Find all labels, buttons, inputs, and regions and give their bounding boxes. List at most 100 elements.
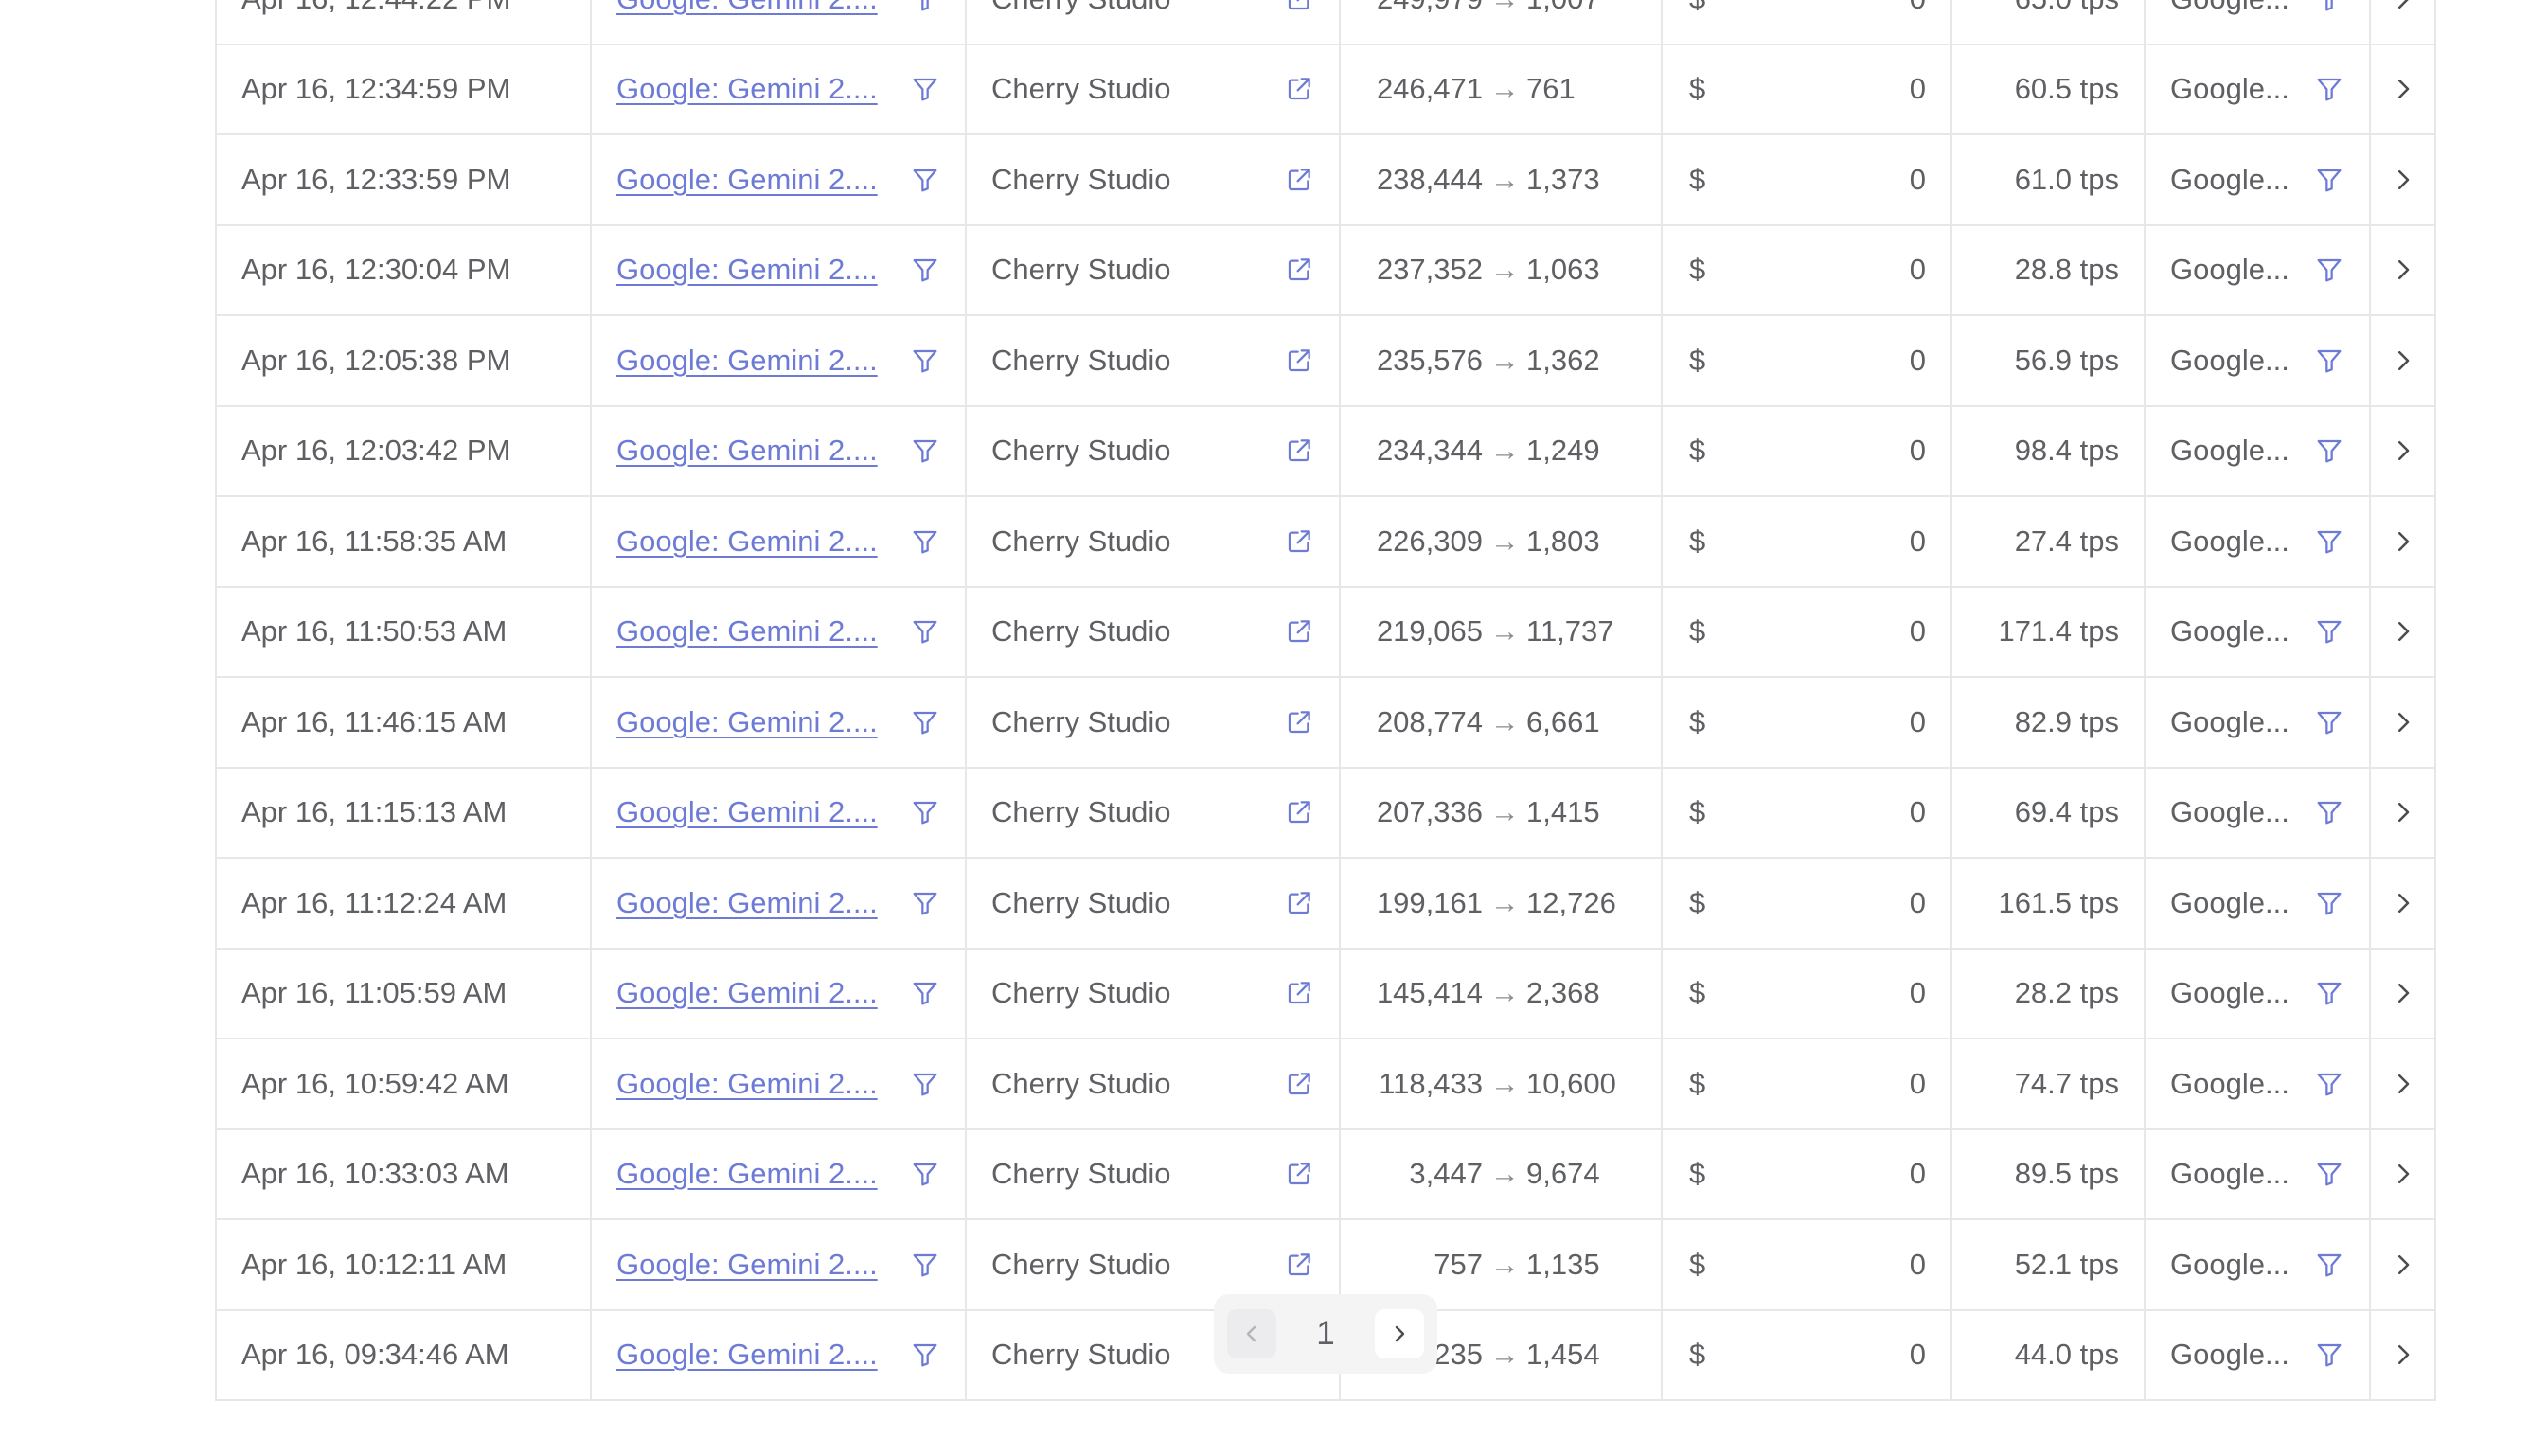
- model-link[interactable]: Google: Gemini 2....: [616, 253, 878, 287]
- chevron-right-icon[interactable]: [2389, 798, 2417, 826]
- model-link[interactable]: Google: Gemini 2....: [616, 344, 878, 378]
- model-link[interactable]: Google: Gemini 2....: [616, 72, 878, 106]
- external-link-icon[interactable]: [1284, 0, 1314, 14]
- expand-cell[interactable]: [2371, 135, 2434, 224]
- table-row[interactable]: Apr 16, 10:33:03 AM Google: Gemini 2.... C…: [217, 1129, 2434, 1220]
- model-link[interactable]: Google: Gemini 2....: [616, 1157, 878, 1191]
- expand-cell[interactable]: [2371, 678, 2434, 767]
- table-row[interactable]: Apr 16, 11:05:59 AM Google: Gemini 2.... C…: [217, 949, 2434, 1039]
- table-row[interactable]: Apr 16, 11:58:35 AM Google: Gemini 2.... C…: [217, 497, 2434, 588]
- table-row[interactable]: Apr 16, 12:05:38 PM Google: Gemini 2.... C…: [217, 316, 2434, 407]
- model-link[interactable]: Google: Gemini 2....: [616, 705, 878, 739]
- expand-cell[interactable]: [2371, 497, 2434, 586]
- table-row[interactable]: Apr 16, 12:03:42 PM Google: Gemini 2.... C…: [217, 406, 2434, 497]
- external-link-icon[interactable]: [1284, 888, 1314, 918]
- table-row[interactable]: Apr 16, 12:30:04 PM Google: Gemini 2.... C…: [217, 225, 2434, 316]
- expand-cell[interactable]: [2371, 588, 2434, 677]
- external-link-icon[interactable]: [1284, 978, 1314, 1008]
- chevron-right-icon[interactable]: [2389, 436, 2417, 465]
- model-link[interactable]: Google: Gemini 2....: [616, 1067, 878, 1101]
- table-row[interactable]: Apr 16, 12:34:59 PM Google: Gemini 2.... C…: [217, 44, 2434, 135]
- filter-icon[interactable]: [910, 888, 940, 918]
- expand-cell[interactable]: [2371, 950, 2434, 1039]
- expand-cell[interactable]: [2371, 316, 2434, 405]
- chevron-right-icon[interactable]: [2389, 166, 2417, 194]
- expand-cell[interactable]: [2371, 769, 2434, 858]
- model-link[interactable]: Google: Gemini 2....: [616, 163, 878, 197]
- filter-icon[interactable]: [2314, 707, 2344, 737]
- model-link[interactable]: Google: Gemini 2....: [616, 795, 878, 829]
- model-link[interactable]: Google: Gemini 2....: [616, 1338, 878, 1372]
- filter-icon[interactable]: [910, 1159, 940, 1189]
- filter-icon[interactable]: [910, 616, 940, 647]
- filter-icon[interactable]: [2314, 1340, 2344, 1370]
- filter-icon[interactable]: [2314, 616, 2344, 647]
- chevron-right-icon[interactable]: [2389, 0, 2417, 13]
- model-link[interactable]: Google: Gemini 2....: [616, 976, 878, 1010]
- filter-icon[interactable]: [2314, 0, 2344, 14]
- table-row[interactable]: Apr 16, 11:50:53 AM Google: Gemini 2.... C…: [217, 587, 2434, 678]
- prev-page-button[interactable]: [1227, 1309, 1276, 1358]
- expand-cell[interactable]: [2371, 1039, 2434, 1128]
- external-link-icon[interactable]: [1284, 1159, 1314, 1189]
- next-page-button[interactable]: [1375, 1309, 1424, 1358]
- expand-cell[interactable]: [2371, 1220, 2434, 1309]
- filter-icon[interactable]: [910, 74, 940, 104]
- filter-icon[interactable]: [910, 346, 940, 376]
- model-link[interactable]: Google: Gemini 2....: [616, 614, 878, 648]
- expand-cell[interactable]: [2371, 226, 2434, 315]
- chevron-right-icon[interactable]: [2389, 1070, 2417, 1098]
- filter-icon[interactable]: [910, 978, 940, 1008]
- external-link-icon[interactable]: [1284, 616, 1314, 647]
- table-row[interactable]: Apr 16, 12:33:59 PM Google: Gemini 2.... C…: [217, 135, 2434, 226]
- table-row[interactable]: Apr 16, 10:59:42 AM Google: Gemini 2.... C…: [217, 1039, 2434, 1130]
- expand-cell[interactable]: [2371, 45, 2434, 134]
- chevron-right-icon[interactable]: [2389, 527, 2417, 556]
- expand-cell[interactable]: [2371, 1130, 2434, 1219]
- chevron-right-icon[interactable]: [2389, 617, 2417, 646]
- chevron-right-icon[interactable]: [2389, 1160, 2417, 1188]
- filter-icon[interactable]: [910, 797, 940, 827]
- chevron-right-icon[interactable]: [2389, 708, 2417, 737]
- filter-icon[interactable]: [2314, 797, 2344, 827]
- filter-icon[interactable]: [2314, 165, 2344, 195]
- model-link[interactable]: Google: Gemini 2....: [616, 0, 878, 16]
- filter-icon[interactable]: [2314, 1159, 2344, 1189]
- table-row[interactable]: Apr 16, 11:12:24 AM Google: Gemini 2.... C…: [217, 859, 2434, 950]
- filter-icon[interactable]: [2314, 74, 2344, 104]
- expand-cell[interactable]: [2371, 407, 2434, 496]
- external-link-icon[interactable]: [1284, 797, 1314, 827]
- filter-icon[interactable]: [2314, 435, 2344, 466]
- table-row[interactable]: Apr 16, 11:46:15 AM Google: Gemini 2.... C…: [217, 678, 2434, 769]
- model-link[interactable]: Google: Gemini 2....: [616, 524, 878, 559]
- filter-icon[interactable]: [2314, 255, 2344, 285]
- external-link-icon[interactable]: [1284, 346, 1314, 376]
- chevron-right-icon[interactable]: [2389, 346, 2417, 375]
- table-row[interactable]: Apr 16, 11:15:13 AM Google: Gemini 2.... C…: [217, 768, 2434, 859]
- filter-icon[interactable]: [2314, 888, 2344, 918]
- filter-icon[interactable]: [2314, 1069, 2344, 1099]
- filter-icon[interactable]: [910, 165, 940, 195]
- external-link-icon[interactable]: [1284, 526, 1314, 557]
- external-link-icon[interactable]: [1284, 1250, 1314, 1280]
- filter-icon[interactable]: [910, 1069, 940, 1099]
- chevron-right-icon[interactable]: [2389, 1341, 2417, 1369]
- model-link[interactable]: Google: Gemini 2....: [616, 1248, 878, 1282]
- model-link[interactable]: Google: Gemini 2....: [616, 434, 878, 468]
- expand-cell[interactable]: [2371, 1311, 2434, 1400]
- external-link-icon[interactable]: [1284, 74, 1314, 104]
- external-link-icon[interactable]: [1284, 707, 1314, 737]
- filter-icon[interactable]: [910, 1340, 940, 1370]
- filter-icon[interactable]: [910, 0, 940, 14]
- external-link-icon[interactable]: [1284, 165, 1314, 195]
- filter-icon[interactable]: [910, 435, 940, 466]
- filter-icon[interactable]: [2314, 346, 2344, 376]
- filter-icon[interactable]: [910, 707, 940, 737]
- filter-icon[interactable]: [910, 255, 940, 285]
- filter-icon[interactable]: [910, 1250, 940, 1280]
- chevron-right-icon[interactable]: [2389, 889, 2417, 917]
- chevron-right-icon[interactable]: [2389, 256, 2417, 284]
- external-link-icon[interactable]: [1284, 255, 1314, 285]
- expand-cell[interactable]: [2371, 0, 2434, 44]
- model-link[interactable]: Google: Gemini 2....: [616, 886, 878, 920]
